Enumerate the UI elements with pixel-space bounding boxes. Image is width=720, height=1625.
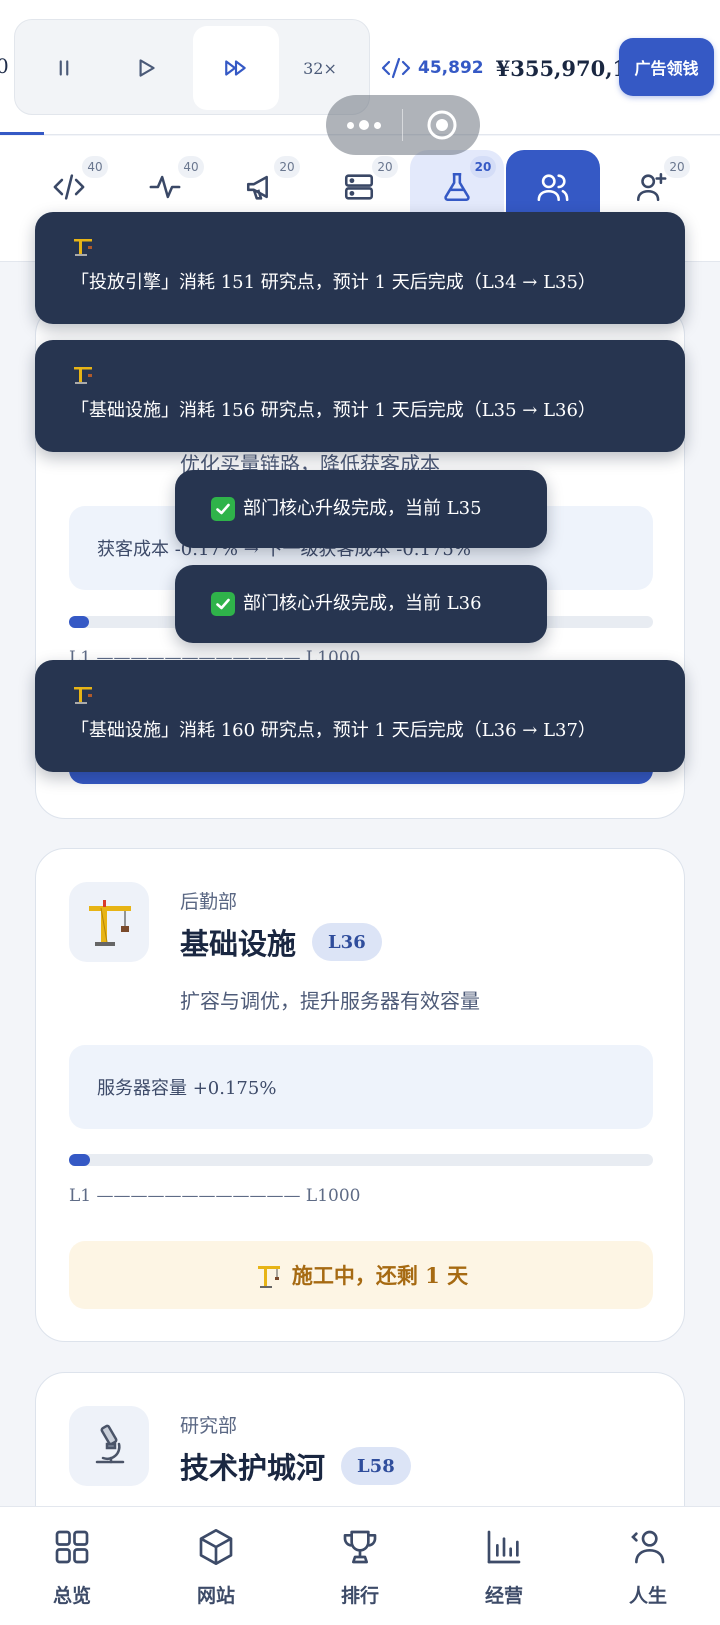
crane-icon <box>257 1266 280 1288</box>
level-badge: L58 <box>341 1447 411 1485</box>
tab-badge: 20 <box>372 156 398 178</box>
grid-icon <box>55 1530 89 1564</box>
nav-website[interactable]: 网站 <box>144 1507 288 1625</box>
tab-badge: 40 <box>178 156 204 178</box>
ad-reward-button[interactable]: 广告领钱 <box>619 38 714 96</box>
tab-badge: 20 <box>470 156 496 178</box>
toast-upgrade-complete: 部门核心升级完成，当前 L36 <box>175 565 547 643</box>
person-icon <box>631 1530 665 1564</box>
microscope-icon <box>69 1406 149 1486</box>
play-icon <box>139 59 155 77</box>
crane-icon <box>74 239 92 256</box>
card-title-row: 技术护城河 L58 <box>180 1445 411 1487</box>
play-button[interactable] <box>103 26 189 110</box>
tab-badge: 40 <box>82 156 108 178</box>
nav-overview[interactable]: 总览 <box>0 1507 144 1625</box>
nav-life[interactable]: 人生 <box>576 1507 720 1625</box>
construction-status-text: 施工中，还剩 1 天 <box>291 1263 469 1288</box>
nav-label: 经营 <box>484 1585 523 1607</box>
crane-icon <box>74 367 92 384</box>
box-icon <box>199 1529 233 1565</box>
speed-32x-label: 32× <box>303 58 337 78</box>
construction-status: 施工中，还剩 1 天 <box>69 1241 653 1309</box>
card-title-row: 基础设施 L36 <box>180 921 382 963</box>
upgrade-card-infrastructure: 后勤部 基础设施 L36 扩容与调优，提升服务器有效容量 服务器容量 +0.17… <box>35 848 685 1342</box>
fast-forward-button[interactable] <box>193 26 279 110</box>
card-title: 基础设施 <box>180 927 297 961</box>
level-progress-bar <box>69 1154 653 1166</box>
research-points-value: 45,892 <box>418 58 484 78</box>
crane-icon <box>69 882 149 962</box>
effect-box: 服务器容量 +0.175% <box>69 1045 653 1129</box>
check-icon <box>211 497 235 521</box>
speed-control: 32× <box>14 19 370 115</box>
pause-icon <box>59 60 69 76</box>
level-badge: L36 <box>312 923 382 961</box>
target-icon <box>427 110 456 140</box>
toast-text: 「投放引擎」消耗 151 研究点，预计 1 天后完成（L34 → L35） <box>71 272 596 293</box>
research-points: 45,892 <box>380 55 484 81</box>
bar-chart-icon <box>487 1530 521 1564</box>
users-icon <box>537 174 569 202</box>
nav-label: 总览 <box>52 1585 91 1607</box>
toast-text: 部门核心升级完成，当前 L35 <box>243 498 482 519</box>
nav-label: 网站 <box>196 1585 235 1607</box>
add-user-icon <box>636 172 667 202</box>
toast-ad-engine-research: 「投放引擎」消耗 151 研究点，预计 1 天后完成（L34 → L35） <box>35 212 685 324</box>
card-description: 扩容与调优，提升服务器有效容量 <box>180 989 480 1013</box>
tab-badge: 20 <box>664 156 690 178</box>
crane-icon <box>74 687 92 704</box>
toast-text: 部门核心升级完成，当前 L36 <box>243 593 482 614</box>
toast-text: 「基础设施」消耗 160 研究点，预计 1 天后完成（L36 → L37） <box>71 720 596 741</box>
flask-icon <box>444 172 470 202</box>
trophy-icon <box>343 1530 377 1564</box>
level-range: L1 ———————————— L1000 <box>69 1186 361 1206</box>
more-dot-icon <box>374 121 381 129</box>
nav-ranking[interactable]: 排行 <box>288 1507 432 1625</box>
toast-infrastructure-research: 「基础设施」消耗 160 研究点，预计 1 天后完成（L36 → L37） <box>35 660 685 772</box>
level-progress-fill <box>69 1154 91 1166</box>
server-icon <box>344 174 374 200</box>
miniprogram-capsule <box>326 95 480 155</box>
department-name: 后勤部 <box>180 891 238 913</box>
clipped-counter: 0 <box>0 54 9 78</box>
fast-forward-icon <box>225 60 246 76</box>
tab-badge: 20 <box>274 156 300 178</box>
check-icon <box>211 592 235 616</box>
toast-upgrade-complete: 部门核心升级完成，当前 L35 <box>175 470 547 548</box>
code-icon <box>53 174 85 200</box>
megaphone-icon <box>246 175 268 200</box>
toast-infrastructure-research: 「基础设施」消耗 156 研究点，预计 1 天后完成（L35 → L36） <box>35 340 685 452</box>
top-progress-indicator <box>0 132 44 135</box>
card-title: 技术护城河 <box>180 1451 326 1485</box>
bottom-nav: 总览 网站 排行 经营 人生 <box>0 1506 720 1625</box>
level-progress-fill <box>69 616 90 628</box>
department-name: 研究部 <box>180 1415 238 1437</box>
nav-business[interactable]: 经营 <box>432 1507 576 1625</box>
pause-button[interactable] <box>21 26 107 110</box>
more-dot-icon <box>359 120 369 130</box>
nav-label: 排行 <box>340 1585 379 1607</box>
toast-text: 「基础设施」消耗 156 研究点，预计 1 天后完成（L35 → L36） <box>71 400 596 421</box>
more-dot-icon <box>347 121 354 129</box>
nav-label: 人生 <box>628 1585 667 1607</box>
code-icon <box>381 57 411 79</box>
resource-stats: 45,892 ¥355,970,180 <box>380 48 656 88</box>
more-menu-button[interactable] <box>326 120 402 130</box>
close-miniprogram-button[interactable] <box>403 108 480 142</box>
activity-icon <box>149 175 181 199</box>
